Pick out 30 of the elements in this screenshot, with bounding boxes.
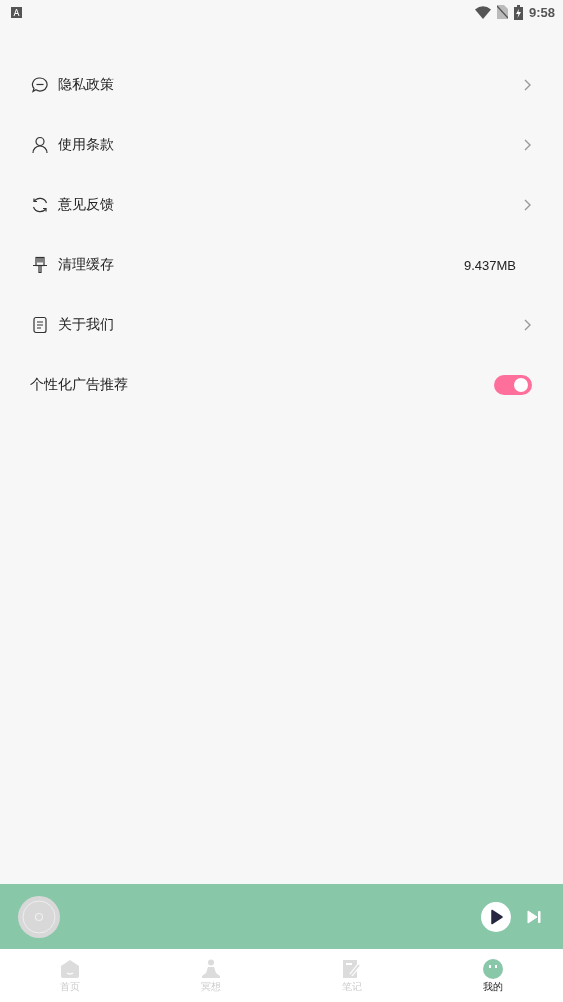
setting-label: 个性化广告推荐 xyxy=(30,376,129,394)
setting-label[interactable]: 意见反馈 xyxy=(58,196,513,214)
smiley-icon xyxy=(482,959,503,979)
chat-bubble-icon xyxy=(31,76,49,94)
chevron-right-icon xyxy=(522,318,532,332)
wifi-icon xyxy=(474,5,491,19)
skip-next-icon[interactable] xyxy=(527,909,541,924)
keyboard-notification-icon xyxy=(11,6,22,18)
meditation-icon xyxy=(201,959,222,979)
tab-bar-item[interactable]: 我的 xyxy=(422,949,563,1002)
toggle-switch[interactable] xyxy=(494,375,532,395)
clock-time: 9:58 xyxy=(528,4,555,20)
setting-label[interactable]: 关于我们 xyxy=(58,316,513,334)
document-icon xyxy=(31,316,49,334)
user-icon xyxy=(31,136,49,154)
battery-charging-icon xyxy=(513,4,523,20)
chevron-right-icon xyxy=(522,138,532,152)
chevron-right-icon xyxy=(522,78,532,92)
refresh-icon xyxy=(31,196,49,214)
setting-label[interactable]: 使用条款 xyxy=(58,136,513,154)
album-disc-icon xyxy=(18,895,60,938)
setting-label[interactable]: 隐私政策 xyxy=(58,76,513,94)
play-button-icon[interactable] xyxy=(481,901,511,932)
cache-size: 9.437MB xyxy=(463,257,516,273)
setting-label: 清理缓存 xyxy=(58,256,115,274)
brush-icon xyxy=(31,256,49,274)
note-edit-icon xyxy=(341,959,362,979)
chevron-right-icon xyxy=(522,198,532,212)
no-sim-icon xyxy=(496,5,508,19)
home-icon xyxy=(60,959,81,979)
